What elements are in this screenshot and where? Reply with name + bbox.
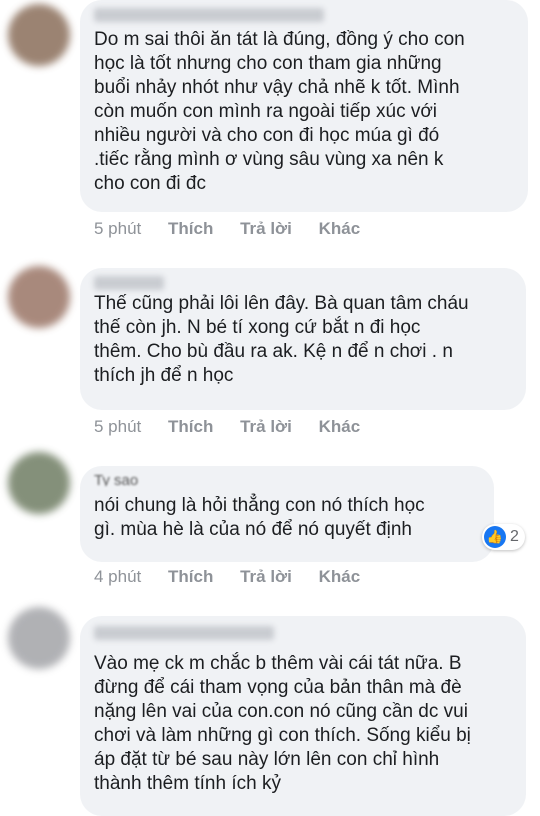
comment-text: Vào mẹ ck m chắc b thêm vài cái tát nữa.… [94,653,471,794]
timestamp[interactable]: 4 phút [94,567,141,587]
author-name-partial[interactable]: Ty sao [94,474,480,486]
reply-button[interactable]: Trả lời [240,417,292,437]
reaction-count-value: 2 [510,528,519,545]
reaction-count[interactable]: 👍 2 [482,524,525,550]
avatar[interactable] [8,607,70,669]
more-button[interactable]: Khác [319,567,361,587]
timestamp[interactable]: 5 phút [94,219,141,239]
like-button[interactable]: Thích [168,567,213,587]
timestamp[interactable]: 5 phút [94,417,141,437]
more-button[interactable]: Khác [319,417,361,437]
comment-text: nói chung là hỏi thẳng con nó thích học … [94,495,425,540]
comment-bubble: Do m sai thôi ăn tát là đúng, đồng ý cho… [80,0,528,212]
comment-text: Do m sai thôi ăn tát là đúng, đồng ý cho… [94,29,465,194]
comment-text: Thế cũng phải lôi lên đây. Bà quan tâm c… [94,293,469,386]
avatar[interactable] [8,452,70,514]
avatar[interactable] [8,266,70,328]
author-name-redacted[interactable] [94,276,164,290]
author-name-redacted[interactable] [94,8,324,22]
comment-actions: 5 phút Thích Trả lời Khác [94,417,382,437]
avatar[interactable] [8,4,70,66]
comment-bubble: Thế cũng phải lôi lên đây. Bà quan tâm c… [80,268,526,410]
like-button[interactable]: Thích [168,219,213,239]
comment-actions: 4 phút Thích Trả lời Khác [94,567,382,587]
reply-button[interactable]: Trả lời [240,567,292,587]
more-button[interactable]: Khác [319,219,361,239]
like-button[interactable]: Thích [168,417,213,437]
comment-bubble: Ty sao nói chung là hỏi thẳng con nó thí… [80,466,494,562]
author-name-redacted[interactable] [94,626,274,640]
comment-bubble: Vào mẹ ck m chắc b thêm vài cái tát nữa.… [80,616,526,816]
comment-actions: 5 phút Thích Trả lời Khác [94,219,382,239]
reply-button[interactable]: Trả lời [240,219,292,239]
thumbs-up-icon: 👍 [484,526,506,548]
